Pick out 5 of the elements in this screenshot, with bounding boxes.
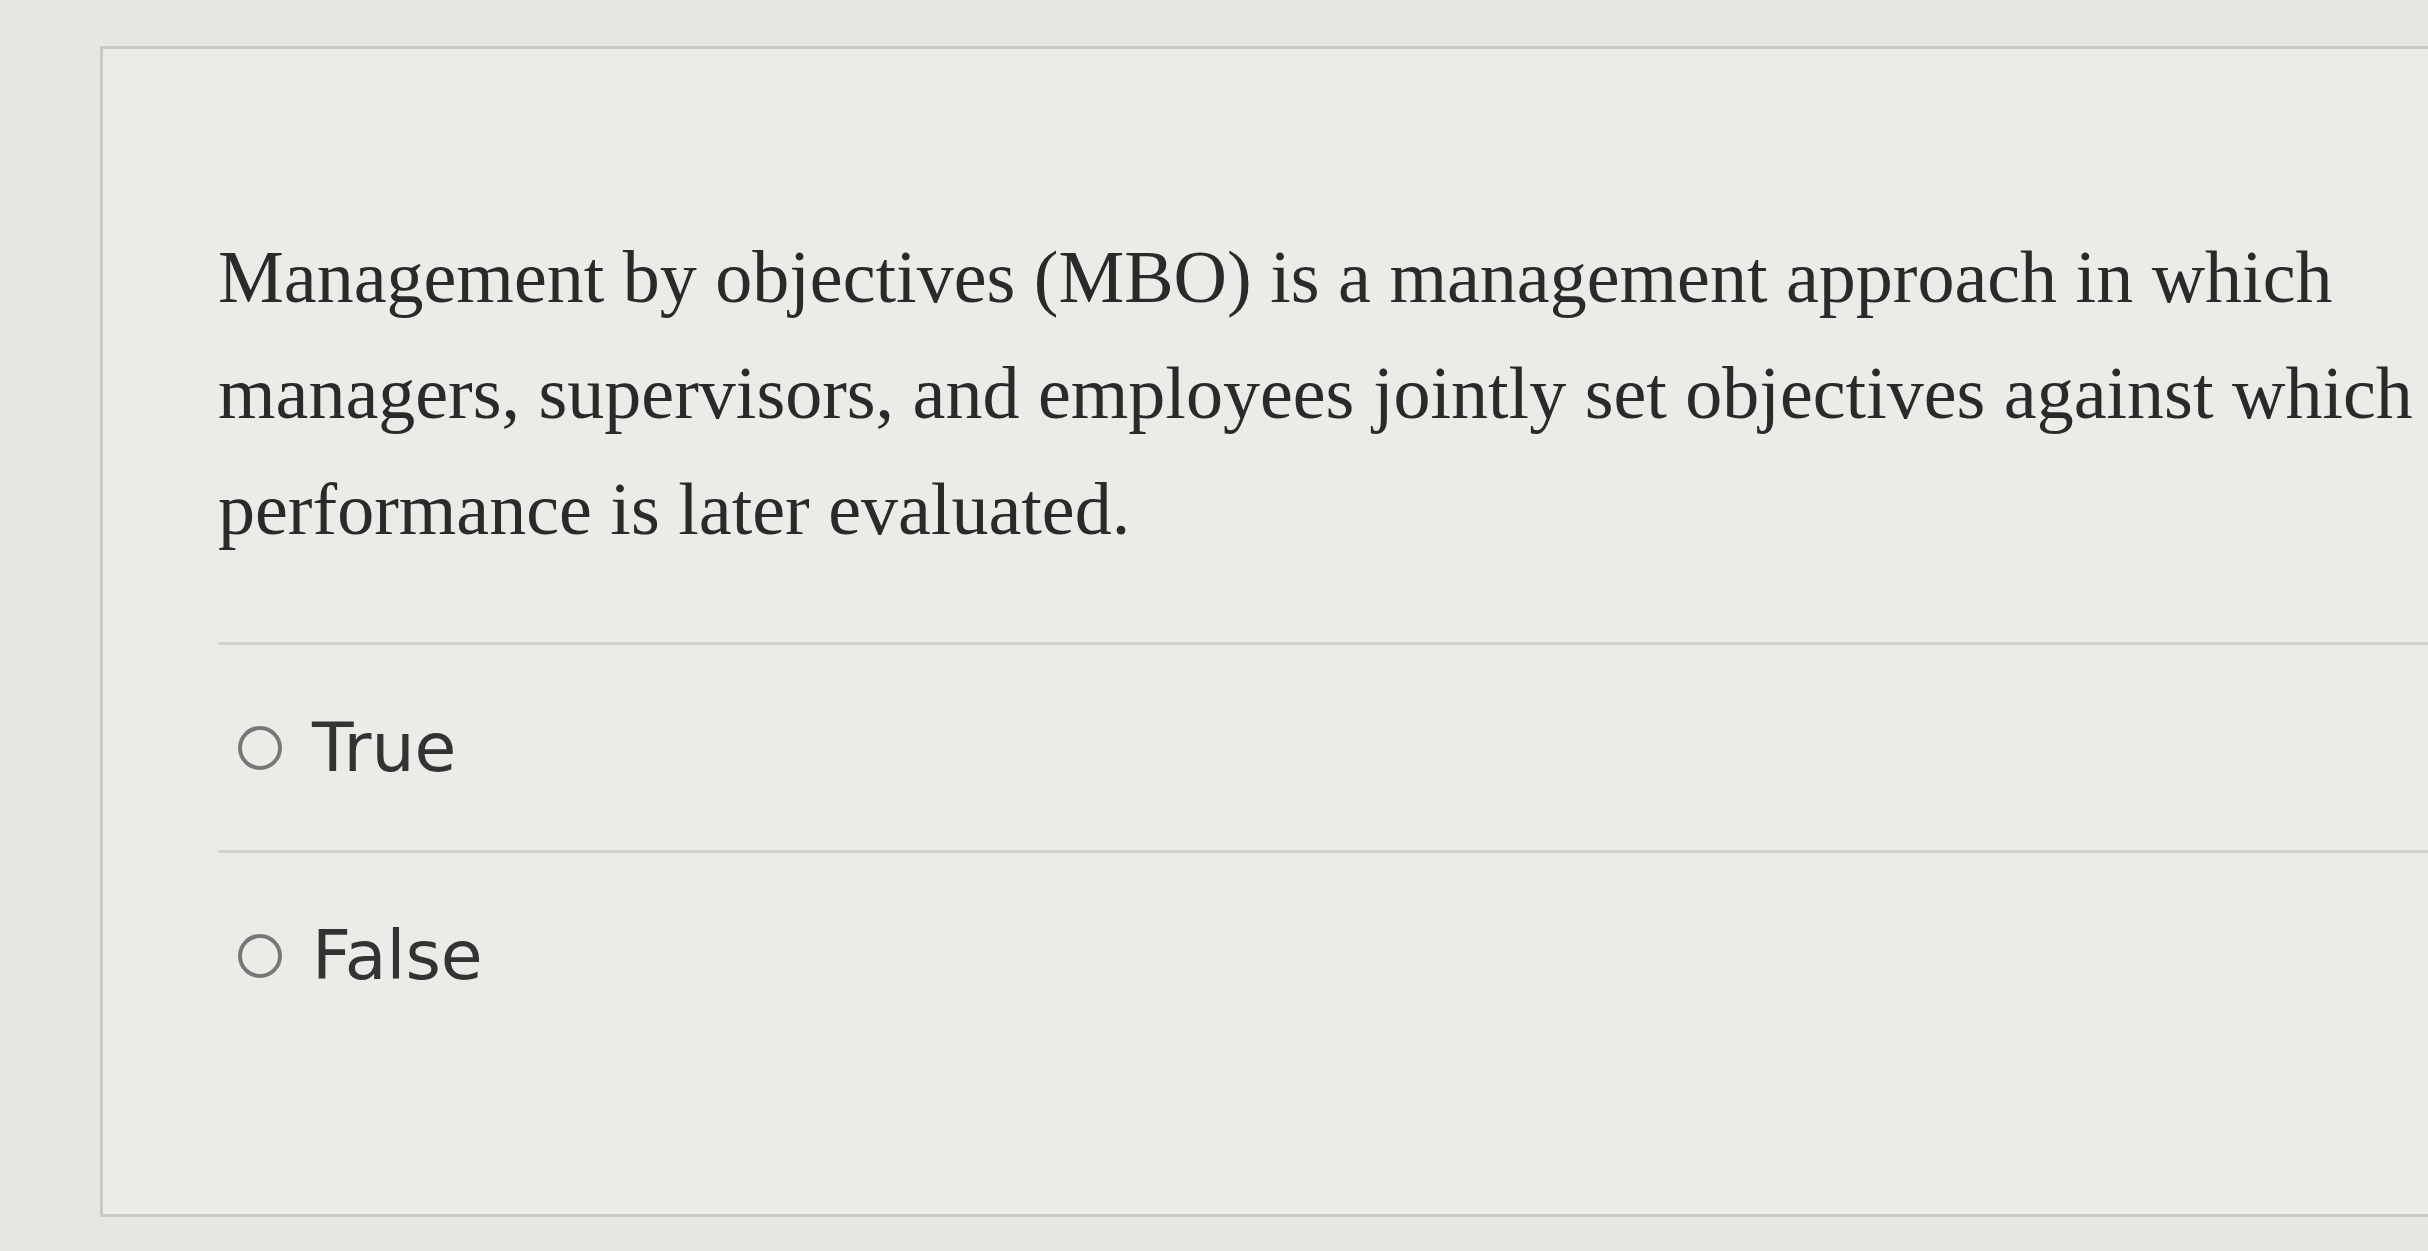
question-text: Management by objectives (MBO) is a management approach in which managers, supervisors, and employees jointly set objectives against which performance is later evaluated. [218, 235, 2414, 552]
option-label[interactable]: False [312, 916, 483, 995]
radio-button[interactable] [238, 933, 282, 978]
option-label[interactable]: True [312, 708, 457, 787]
radio-button[interactable] [238, 725, 282, 770]
